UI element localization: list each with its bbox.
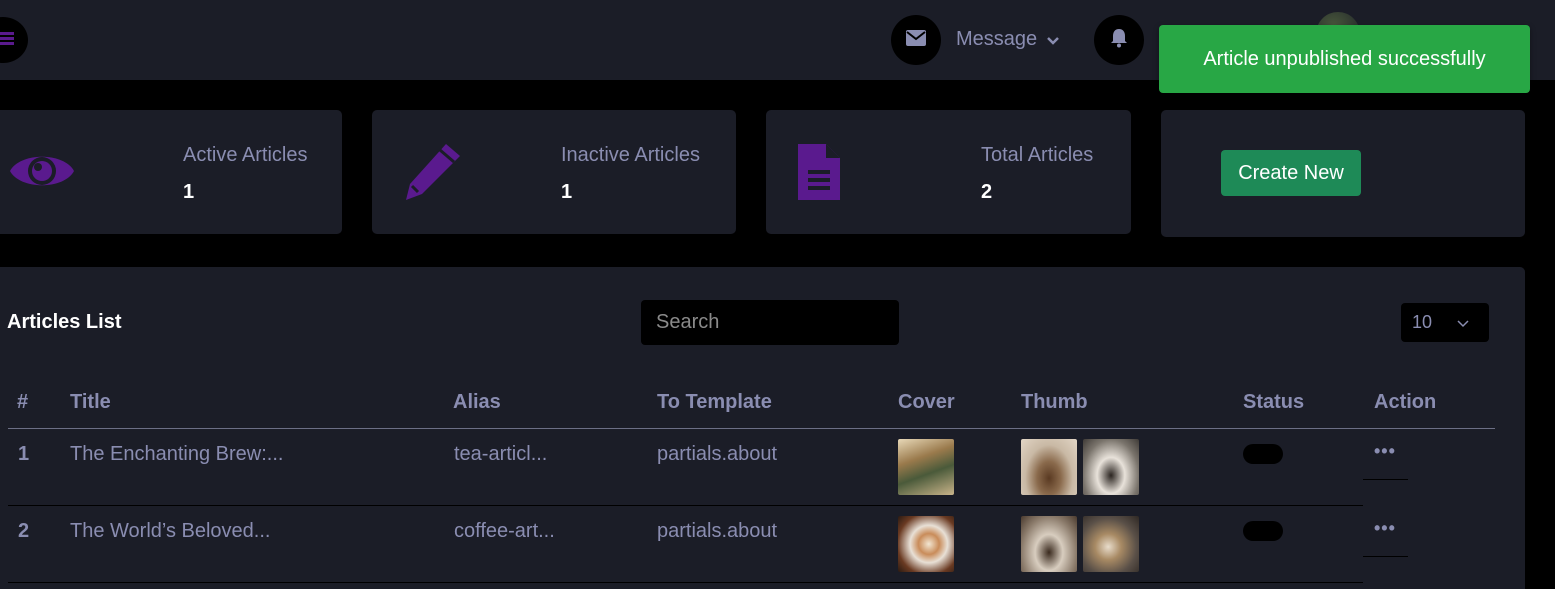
row-title: The Enchanting Brew:... bbox=[70, 443, 284, 465]
action-divider bbox=[1363, 479, 1408, 480]
thumb-image[interactable] bbox=[1083, 516, 1139, 572]
chevron-down-icon bbox=[1047, 28, 1060, 51]
envelope-icon bbox=[906, 29, 926, 51]
stat-value: 1 bbox=[183, 181, 195, 203]
stat-value: 1 bbox=[561, 181, 573, 203]
row-divider bbox=[8, 505, 1363, 506]
message-button[interactable] bbox=[891, 15, 941, 65]
action-divider bbox=[1363, 556, 1408, 557]
row-template: partials.about bbox=[657, 443, 778, 465]
menu-toggle-button[interactable] bbox=[0, 17, 28, 63]
stat-label: Inactive Articles bbox=[561, 144, 700, 166]
message-label: Message bbox=[956, 28, 1038, 50]
message-dropdown[interactable]: Message bbox=[956, 28, 1060, 51]
more-actions-icon[interactable]: ••• bbox=[1374, 441, 1396, 462]
pencil-icon bbox=[402, 142, 464, 207]
column-header-template[interactable]: To Template bbox=[657, 391, 772, 414]
thumb-image[interactable] bbox=[1021, 439, 1077, 495]
page-size-value: 10 bbox=[1412, 312, 1433, 332]
more-actions-icon[interactable]: ••• bbox=[1374, 518, 1396, 539]
status-toggle[interactable] bbox=[1243, 521, 1283, 541]
row-divider bbox=[8, 582, 1363, 583]
stat-value: 2 bbox=[981, 181, 993, 203]
chevron-down-icon bbox=[1457, 312, 1469, 333]
thumb-image[interactable] bbox=[1083, 439, 1139, 495]
column-header-status: Status bbox=[1243, 391, 1305, 413]
stat-card-total: Total Articles 2 bbox=[766, 110, 1131, 234]
row-alias: tea-articl... bbox=[454, 443, 548, 465]
column-header-index: # bbox=[17, 391, 29, 413]
cover-image[interactable] bbox=[898, 516, 954, 572]
column-header-title[interactable]: Title bbox=[70, 391, 111, 414]
table-header-divider bbox=[8, 428, 1495, 429]
bell-icon bbox=[1110, 28, 1128, 53]
column-header-cover: Cover bbox=[898, 391, 955, 413]
articles-panel: Articles List 10 # Title Alias To Templa… bbox=[0, 267, 1525, 589]
stat-card-inactive: Inactive Articles 1 bbox=[372, 110, 736, 234]
create-new-button[interactable]: Create New bbox=[1221, 150, 1361, 196]
cover-image[interactable] bbox=[898, 439, 954, 495]
stat-label: Active Articles bbox=[183, 144, 308, 166]
page-size-select[interactable]: 10 bbox=[1401, 303, 1489, 342]
stat-label: Total Articles bbox=[981, 144, 1094, 166]
column-header-thumb: Thumb bbox=[1021, 391, 1088, 413]
toast-notification[interactable]: Article unpublished successfully bbox=[1159, 25, 1530, 93]
row-index: 2 bbox=[18, 520, 30, 542]
file-icon bbox=[796, 142, 842, 207]
row-alias: coffee-art... bbox=[454, 520, 555, 542]
column-header-action: Action bbox=[1374, 391, 1437, 413]
search-input[interactable] bbox=[641, 300, 899, 345]
thumb-image[interactable] bbox=[1021, 516, 1077, 572]
eye-icon bbox=[8, 146, 76, 201]
status-toggle[interactable] bbox=[1243, 444, 1283, 464]
stat-card-active: Active Articles 1 bbox=[0, 110, 342, 234]
panel-title: Articles List bbox=[7, 311, 122, 333]
column-header-alias[interactable]: Alias bbox=[453, 391, 501, 414]
row-title: The World’s Beloved... bbox=[70, 520, 271, 542]
notifications-button[interactable] bbox=[1094, 15, 1144, 65]
hamburger-icon bbox=[0, 30, 14, 51]
row-template: partials.about bbox=[657, 520, 778, 542]
create-card: Create New bbox=[1161, 110, 1525, 237]
row-index: 1 bbox=[18, 443, 30, 465]
